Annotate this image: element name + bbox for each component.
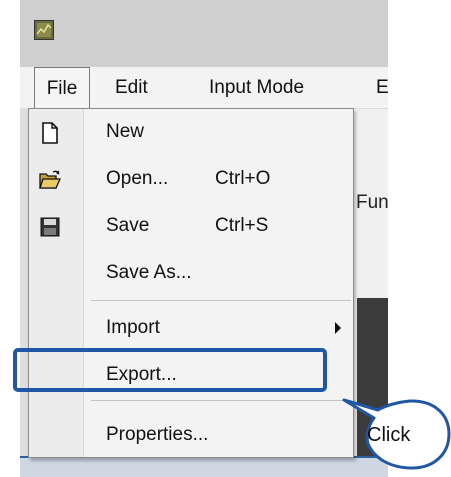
menu-item-label: Open...	[106, 168, 169, 189]
menu-item-label: New	[106, 121, 145, 142]
title-bar	[20, 0, 388, 67]
menu-item-import[interactable]: Import	[29, 309, 353, 347]
open-folder-icon	[39, 170, 61, 189]
menu-input-mode[interactable]: Input Mode	[209, 67, 304, 108]
menu-item-label: Import	[106, 317, 160, 338]
menu-item-new[interactable]: New	[29, 113, 353, 151]
menu-item-properties[interactable]: Properties...	[29, 416, 353, 454]
menu-separator	[91, 300, 351, 301]
menu-file[interactable]: File	[34, 67, 90, 109]
menu-edit[interactable]: Edit	[115, 67, 148, 108]
callout-label: Click	[367, 424, 411, 446]
menu-bar: File Edit Input Mode E	[20, 67, 388, 109]
floppy-disk-icon	[40, 217, 60, 237]
menu-item-save[interactable]: Save Ctrl+S	[29, 207, 353, 245]
menu-truncated[interactable]: E	[376, 67, 388, 108]
menu-item-label: Properties...	[106, 424, 209, 445]
app-chart-icon	[34, 20, 54, 40]
submenu-arrow-icon	[335, 322, 341, 334]
new-document-icon	[42, 122, 58, 144]
background-label: Fun	[356, 192, 388, 213]
shortcut-label: Ctrl+S	[215, 215, 269, 236]
file-menu-dropdown: New Open... Ctrl+O Save Ctrl+S Save As..…	[28, 108, 354, 458]
menu-item-label: Save As...	[106, 262, 192, 283]
menu-item-label: Save	[106, 215, 150, 236]
menu-item-open[interactable]: Open... Ctrl+O	[29, 160, 353, 198]
shortcut-label: Ctrl+O	[215, 168, 271, 189]
menu-item-save-as[interactable]: Save As...	[29, 254, 353, 292]
export-highlight-box	[13, 348, 327, 392]
menu-separator	[91, 400, 351, 401]
